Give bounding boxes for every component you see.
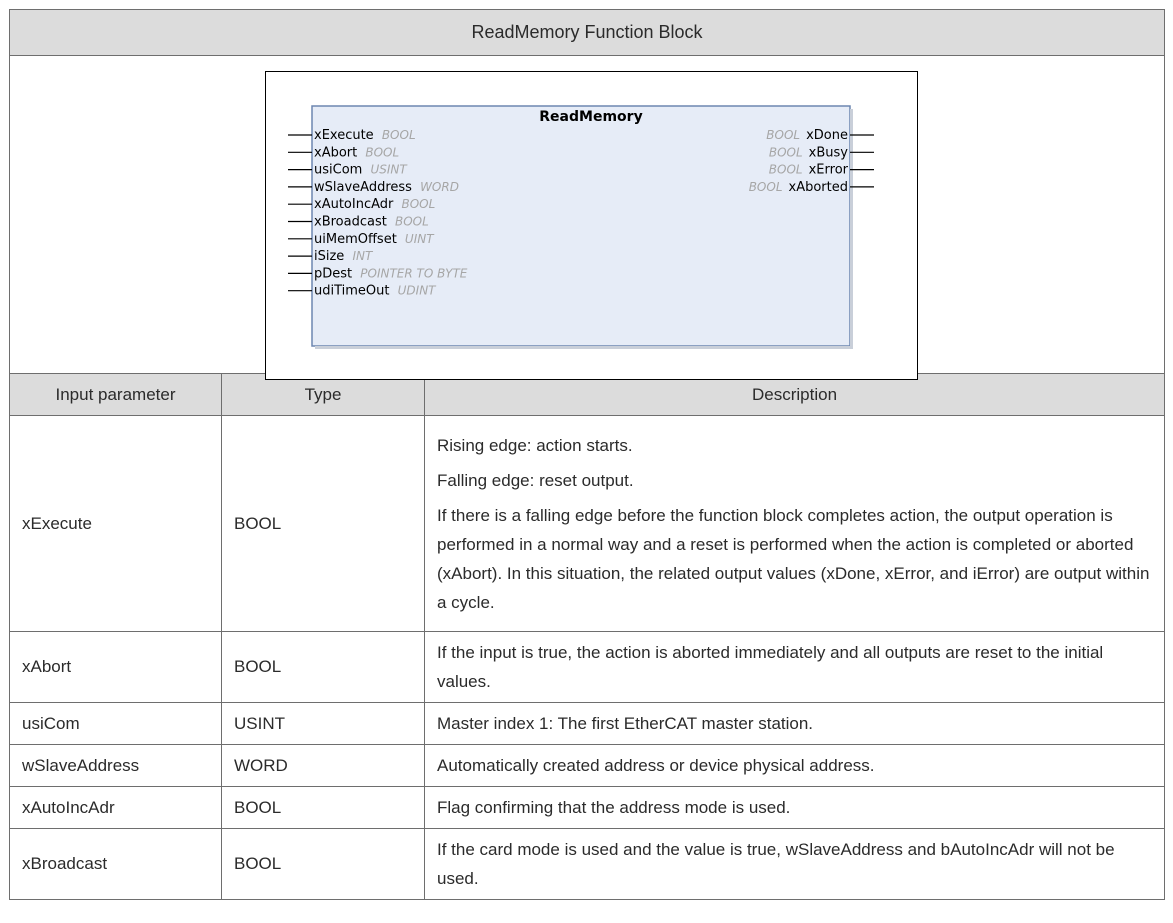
description-line: Falling edge: reset output. bbox=[437, 470, 634, 490]
param-cell: xExecute bbox=[9, 415, 222, 632]
description-line: If the input is true, the action is abor… bbox=[437, 643, 1104, 691]
input-pin-label: wSlaveAddress WORD bbox=[314, 180, 459, 195]
input-pin-label: iSize INT bbox=[314, 249, 374, 264]
table-row: xAbort BOOL If the input is true, the ac… bbox=[9, 631, 1166, 703]
block-name: ReadMemory bbox=[539, 109, 642, 125]
table-row: xBroadcast BOOL If the card mode is used… bbox=[9, 828, 1166, 900]
function-block-shadow-side bbox=[850, 109, 853, 349]
figure-cell: ReadMemory xExecute BOOL xAbort BOOL usiCo… bbox=[8, 55, 1166, 380]
description-line: If the card mode is used and the value i… bbox=[437, 840, 1115, 888]
type-cell: BOOL bbox=[221, 415, 425, 632]
output-pin-label: BOOL xAborted bbox=[749, 180, 848, 195]
input-pin-label: pDest POINTER TO BYTE bbox=[314, 266, 468, 281]
table-title-row: ReadMemory Function Block bbox=[8, 9, 1166, 56]
param-cell: xAbort bbox=[9, 631, 222, 703]
table-row: xAutoIncAdr BOOL Flag confirming that th… bbox=[9, 786, 1166, 829]
description-line: If there is a falling edge before the fu… bbox=[437, 505, 1150, 612]
type-cell: BOOL bbox=[221, 828, 425, 900]
input-pin-label: xAbort BOOL bbox=[314, 145, 399, 160]
input-pin-label: usiCom USINT bbox=[314, 163, 408, 178]
param-cell: usiCom bbox=[9, 702, 222, 745]
description-line: Master index 1: The first EtherCAT maste… bbox=[437, 714, 814, 733]
table-row: wSlaveAddress WORD Automatically created… bbox=[9, 744, 1166, 787]
input-pin-label: uiMemOffset UINT bbox=[314, 232, 435, 247]
description-cell: Master index 1: The first EtherCAT maste… bbox=[423, 702, 1166, 745]
output-pin-label: BOOL xError bbox=[769, 163, 849, 178]
input-pin-label: xExecute BOOL bbox=[314, 128, 416, 143]
function-block-box bbox=[311, 105, 851, 347]
figure-row: ReadMemory xExecute BOOL xAbort BOOL usiCo… bbox=[8, 55, 1166, 380]
param-cell: xAutoIncAdr bbox=[9, 786, 222, 829]
type-cell: WORD bbox=[221, 744, 425, 787]
type-cell: BOOL bbox=[221, 786, 425, 829]
function-block-figure: ReadMemory xExecute BOOL xAbort BOOL usiCo… bbox=[265, 71, 918, 380]
description-cell: Automatically created address or device … bbox=[423, 744, 1166, 787]
type-cell: USINT bbox=[221, 702, 425, 745]
description-line: Flag confirming that the address mode is… bbox=[437, 798, 791, 817]
description-line: Rising edge: action starts. bbox=[437, 435, 633, 455]
description-cell: Rising edge: action starts. Falling edge… bbox=[423, 415, 1166, 632]
function-block-diagram: ReadMemory xExecute BOOL xAbort BOOL usiCo… bbox=[288, 105, 874, 349]
param-cell: wSlaveAddress bbox=[9, 744, 222, 787]
table-title: ReadMemory Function Block bbox=[8, 9, 1166, 56]
header-input-parameter: Input parameter bbox=[9, 373, 222, 416]
output-pin-label: BOOL xDone bbox=[766, 128, 848, 143]
param-cell: xBroadcast bbox=[9, 828, 222, 900]
table-row: xExecute BOOL Rising edge: action starts… bbox=[9, 415, 1166, 632]
input-pin-label: xBroadcast BOOL bbox=[314, 215, 429, 230]
description-line: Automatically created address or device … bbox=[437, 756, 875, 775]
description-cell: Flag confirming that the address mode is… bbox=[423, 786, 1166, 829]
input-pin-label: xAutoIncAdr BOOL bbox=[314, 197, 435, 212]
output-pin-label: BOOL xBusy bbox=[769, 145, 848, 160]
function-block-shadow bbox=[315, 346, 853, 349]
function-block-table: ReadMemory Function Block ReadMemory xEx… bbox=[8, 9, 1166, 900]
type-cell: BOOL bbox=[221, 631, 425, 703]
description-cell: If the input is true, the action is abor… bbox=[423, 631, 1166, 703]
description-cell: If the card mode is used and the value i… bbox=[423, 828, 1166, 900]
input-pin-label: udiTimeOut UDINT bbox=[314, 284, 437, 299]
table-row: usiCom USINT Master index 1: The first E… bbox=[9, 702, 1166, 745]
